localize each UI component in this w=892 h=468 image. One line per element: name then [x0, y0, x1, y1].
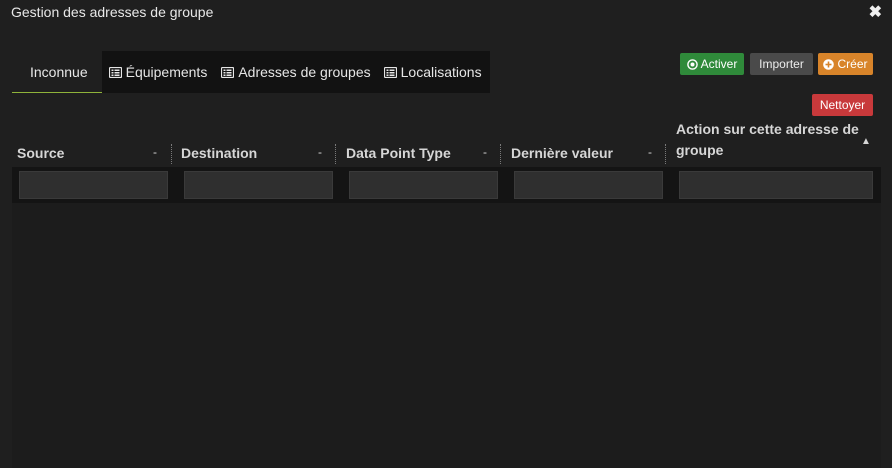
plus-circle-icon: [823, 58, 835, 70]
sort-indicator[interactable]: -: [483, 145, 487, 159]
activer-label: Activer: [700, 57, 738, 71]
activer-button[interactable]: Activer: [680, 53, 744, 75]
tab-equipements-label: Équipements: [125, 64, 208, 80]
nettoyer-label: Nettoyer: [819, 98, 866, 112]
sort-indicator[interactable]: -: [318, 145, 322, 159]
tab-localisations[interactable]: Localisations: [376, 51, 490, 93]
column-header-source[interactable]: Source: [17, 145, 64, 161]
list-icon: [221, 66, 235, 78]
dialog-titlebar: Gestion des adresses de groupe ✖: [0, 0, 892, 24]
table-body-empty: [12, 203, 881, 468]
filter-row: [12, 167, 881, 203]
nettoyer-button[interactable]: Nettoyer: [812, 94, 873, 116]
filter-action-input[interactable]: [679, 171, 873, 199]
column-header-derniere-valeur[interactable]: Dernière valeur: [511, 145, 613, 161]
importer-button[interactable]: Importer: [750, 53, 813, 75]
target-icon: [686, 58, 698, 70]
close-icon[interactable]: ✖: [869, 2, 882, 22]
sort-indicator[interactable]: -: [648, 145, 652, 159]
list-icon: [383, 66, 397, 78]
list-icon: [108, 66, 122, 78]
tab-bar: Inconnue Équipements Adresses de groupes…: [12, 51, 490, 93]
filter-data-point-type-input[interactable]: [349, 171, 498, 199]
column-divider[interactable]: [500, 144, 501, 164]
creer-label: Créer: [837, 57, 868, 71]
sort-ascending-icon[interactable]: ▲: [861, 136, 871, 147]
dialog-title: Gestion des adresses de groupe: [11, 4, 214, 20]
table-header: Source - Destination - Data Point Type -…: [12, 120, 881, 167]
importer-label: Importer: [759, 57, 804, 71]
tab-adresses-de-groupes-label: Adresses de groupes: [238, 64, 371, 80]
column-header-destination[interactable]: Destination: [181, 145, 257, 161]
filter-source-input[interactable]: [19, 171, 168, 199]
tab-equipements[interactable]: Équipements: [101, 51, 214, 93]
tab-inconnue[interactable]: Inconnue: [12, 51, 102, 93]
creer-button[interactable]: Créer: [818, 53, 873, 75]
tab-localisations-label: Localisations: [400, 64, 482, 80]
column-header-action[interactable]: Action sur cette adresse de groupe: [676, 119, 866, 161]
column-divider[interactable]: [335, 144, 336, 164]
tab-inconnue-label: Inconnue: [30, 63, 88, 80]
column-header-data-point-type[interactable]: Data Point Type: [346, 145, 451, 161]
tab-adresses-de-groupes[interactable]: Adresses de groupes: [213, 51, 377, 93]
sort-indicator[interactable]: -: [153, 145, 157, 159]
column-divider[interactable]: [171, 144, 172, 164]
group-address-table: Source - Destination - Data Point Type -…: [12, 120, 881, 203]
filter-derniere-valeur-input[interactable]: [514, 171, 663, 199]
filter-destination-input[interactable]: [184, 171, 333, 199]
column-divider[interactable]: [665, 144, 666, 164]
